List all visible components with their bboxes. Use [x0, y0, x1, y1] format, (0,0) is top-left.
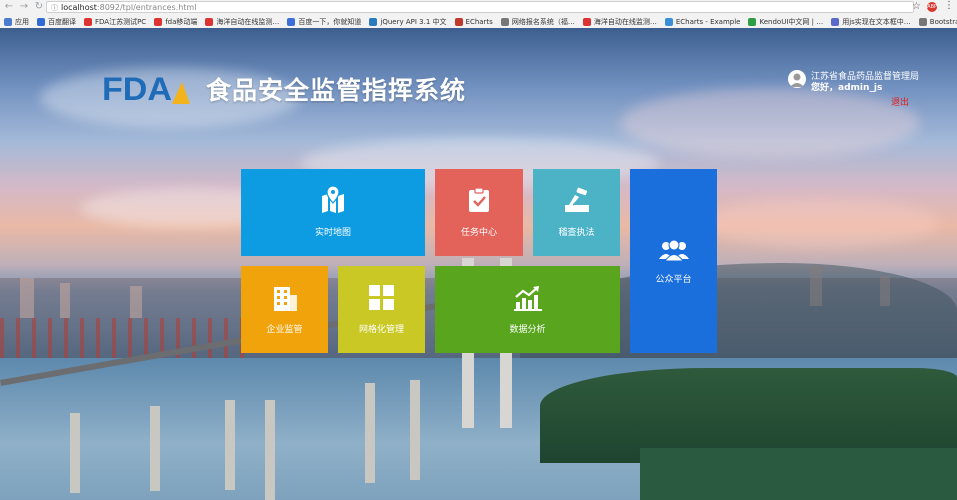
bookmark-favicon-icon [369, 17, 378, 26]
bookmark-item[interactable]: Bootstrap文字搜索… [918, 17, 957, 27]
bookmark-star-icon[interactable]: ☆ [912, 1, 921, 12]
bookmark-label: Bootstrap文字搜索… [929, 17, 957, 26]
tile-realtime-map[interactable]: 实时地图 [241, 169, 425, 256]
bookmark-favicon-icon [84, 17, 92, 26]
tile-label: 稽查执法 [558, 228, 595, 238]
bookmarks-bar: 应用 百度翻译 FDA江苏测试PC fda移动端 海洋自动在线监测… 百度一下，你就知道 j… [0, 15, 957, 28]
tile-data-analysis[interactable]: 数据分析 [435, 266, 620, 353]
bookmark-favicon-icon [748, 17, 757, 26]
back-icon[interactable]: ← [3, 1, 15, 13]
tile-grid-management[interactable]: 网格化管理 [338, 266, 425, 353]
tile-label: 企业监管 [266, 325, 303, 335]
bookmark-label: 用js实现在文本框中… [842, 17, 911, 26]
tile-enterprise[interactable]: 企业监管 [241, 266, 328, 353]
tile-public-platform[interactable]: 公众平台 [630, 169, 717, 353]
building-icon [274, 287, 297, 311]
reload-icon[interactable]: ↻ [33, 1, 45, 13]
tile-label: 网格化管理 [358, 325, 404, 335]
bookmark-label: 网络报名系统（福… [511, 17, 575, 26]
bookmark-item[interactable]: 海洋自动在线监测… [582, 17, 657, 27]
bookmark-favicon-icon [4, 17, 12, 26]
browser-chrome: ← → ↻ ⓘ localhost:8092/tpl/entrances.htm… [0, 0, 957, 29]
bookmark-label: 百度一下，你就知道 [298, 17, 362, 26]
fda-logo: FDA [102, 72, 190, 104]
chart-icon [514, 286, 542, 311]
bookmark-label: ECharts - Example [675, 17, 741, 26]
bookmark-label: ECharts [465, 17, 493, 26]
tile-label: 数据分析 [509, 325, 546, 335]
bookmark-item[interactable]: fda移动端 [154, 17, 197, 27]
logout-link[interactable]: 退出 [891, 95, 909, 108]
bookmark-label: FDA江苏测试PC [95, 17, 147, 26]
tile-label: 实时地图 [314, 228, 351, 238]
bookmark-item[interactable]: ECharts [454, 17, 493, 26]
bookmark-item[interactable]: FDA江苏测试PC [84, 17, 146, 27]
inspection-icon [565, 187, 589, 212]
bookmark-label: 百度翻译 [48, 17, 76, 26]
url-path: :8092/tpl/entrances.html [96, 3, 197, 12]
address-bar[interactable]: ⓘ localhost:8092/tpl/entrances.html [46, 1, 914, 13]
bookmark-favicon-icon [918, 17, 927, 26]
users-icon [659, 239, 689, 261]
bookmark-label: 海洋自动在线监测… [593, 17, 657, 26]
bookmark-label: 应用 [15, 17, 29, 26]
bookmark-label: KendoUI中文网 | … [759, 17, 824, 26]
bookmark-label: fda移动端 [165, 17, 198, 26]
bookmark-item[interactable]: 网络报名系统（福… [500, 17, 575, 27]
address-row: ← → ↻ ⓘ localhost:8092/tpl/entrances.htm… [0, 0, 957, 14]
tile-inspection[interactable]: 稽查执法 [533, 169, 620, 256]
bookmark-item[interactable]: 海洋自动在线监测… [205, 17, 279, 27]
map-pin-icon [322, 185, 344, 213]
grid-icon [369, 285, 394, 310]
bookmark-item[interactable]: ECharts - Example [664, 17, 741, 26]
bookmark-favicon-icon [831, 17, 840, 26]
bookmark-favicon-icon [454, 17, 463, 26]
menu-icon[interactable]: ⋮ [944, 0, 954, 11]
tile-label: 任务中心 [460, 228, 497, 238]
bookmark-favicon-icon [500, 17, 509, 26]
bookmark-favicon-icon [154, 17, 163, 26]
bookmark-favicon-icon [37, 17, 45, 26]
app-title: 食品安全监管指挥系统 [206, 76, 467, 105]
user-avatar-icon [788, 70, 806, 88]
bookmark-item[interactable]: KendoUI中文网 | … [748, 17, 823, 27]
tile-task-center[interactable]: 任务中心 [435, 169, 523, 256]
tile-label: 公众平台 [655, 275, 692, 285]
svg-text:FDA: FDA [102, 72, 172, 104]
bookmark-item[interactable]: 用js实现在文本框中… [831, 17, 911, 27]
bookmark-favicon-icon [582, 17, 591, 26]
bookmark-favicon-icon [664, 17, 673, 26]
bookmark-item[interactable]: 百度一下，你就知道 [287, 17, 361, 27]
adblock-extension-icon[interactable]: ABP [927, 2, 937, 12]
bookmark-favicon-icon [205, 17, 214, 26]
bookmark-label: 海洋自动在线监测… [216, 17, 280, 26]
user-greeting: 您好，admin_js [811, 83, 883, 93]
forward-icon[interactable]: → [18, 1, 30, 13]
bookmark-favicon-icon [287, 17, 296, 26]
info-icon[interactable]: ⓘ [51, 2, 58, 14]
url-host: localhost [61, 3, 97, 12]
bookmark-label: jQuery API 3.1 中文 [380, 17, 447, 26]
bookmark-item[interactable]: 百度翻译 [37, 17, 76, 27]
bookmark-item[interactable]: 应用 [4, 17, 29, 27]
bookmark-item[interactable]: jQuery API 3.1 中文 [369, 17, 447, 27]
clipboard-check-icon [469, 187, 489, 212]
